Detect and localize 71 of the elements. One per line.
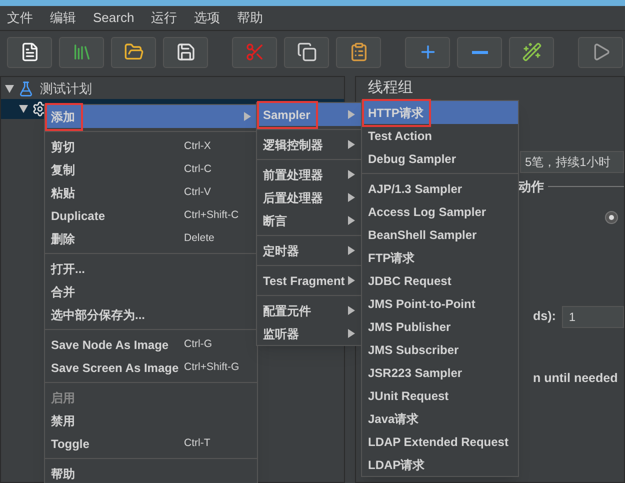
menu-item[interactable]: Save Node As Image Ctrl-G — [45, 333, 257, 356]
menu-item[interactable]: 前置处理器 — [257, 163, 361, 186]
delay-option-label: n until needed — [533, 370, 618, 384]
menu-item[interactable]: BeanShell Sampler — [362, 223, 518, 246]
menu-item[interactable]: Test Fragment — [257, 269, 361, 292]
menu-item[interactable]: LDAP请求 — [362, 453, 518, 476]
menu-item[interactable]: Debug Sampler — [362, 147, 518, 170]
panel-title: 线程组 — [368, 79, 414, 97]
menu-item[interactable]: Test Action — [362, 124, 518, 147]
clipboard-icon — [348, 42, 368, 62]
section-label: 动作 — [518, 178, 544, 196]
menu-item[interactable]: 定时器 — [257, 239, 361, 262]
toolbar-button[interactable] — [509, 36, 554, 68]
menu-item[interactable]: JMS Subscriber — [362, 338, 518, 361]
menu-item[interactable]: 断言 — [257, 209, 361, 232]
scissors-icon — [244, 42, 264, 62]
menu-item[interactable]: 帮助 — [45, 462, 257, 483]
menu-item[interactable]: 剪切 Ctrl-X — [45, 135, 257, 158]
menu-item[interactable]: JMS Point-to-Point — [362, 292, 518, 315]
menu-item[interactable]: JSR223 Sampler — [362, 361, 518, 384]
books-icon — [72, 42, 92, 62]
menu-bar-item[interactable]: 运行 — [151, 8, 178, 28]
annotation-frame — [257, 100, 318, 128]
annotation-frame — [45, 102, 83, 130]
threads-field[interactable]: 1 — [562, 306, 624, 328]
menu-item[interactable]: Duplicate Ctrl+Shift-C — [45, 204, 257, 227]
toolbar-button[interactable] — [163, 36, 208, 68]
annotation-frame — [362, 98, 432, 126]
expand-triangle-icon[interactable] — [5, 85, 14, 93]
flask-icon — [18, 81, 34, 97]
menu-item[interactable]: Save Screen As Image Ctrl+Shift-G — [45, 356, 257, 379]
copy-icon — [296, 42, 316, 62]
menu-item[interactable]: 配置元件 — [257, 299, 361, 322]
comment-field[interactable]: 5笔，持续1小时 — [520, 151, 624, 173]
menu-bar-item[interactable]: 帮助 — [237, 8, 264, 28]
menu-item[interactable]: 合并 — [45, 280, 257, 303]
menu-item[interactable]: Access Log Sampler — [362, 200, 518, 223]
menu-item[interactable]: JMS Publisher — [362, 315, 518, 338]
menu-item[interactable]: 逻辑控制器 — [257, 133, 361, 156]
menu-bar-item[interactable]: 文件 — [7, 8, 33, 28]
menu-item[interactable]: Java请求 — [362, 407, 518, 430]
toolbar-button[interactable] — [111, 36, 156, 68]
radio-button[interactable] — [605, 210, 618, 224]
menu-item[interactable]: FTP请求 — [362, 246, 518, 269]
menu-bar-item[interactable]: Search — [93, 8, 134, 28]
menu-item[interactable]: 删除 Delete — [45, 227, 257, 250]
toolbar-button[interactable] — [284, 36, 329, 68]
menu-item[interactable]: Toggle Ctrl-T — [45, 432, 257, 455]
menu-item[interactable]: AJP/1.3 Sampler — [362, 177, 518, 200]
document-icon — [20, 42, 40, 62]
menu-item[interactable]: 选中部分保存为... — [45, 303, 257, 326]
toolbar-button[interactable] — [336, 36, 381, 68]
tree-item[interactable]: 测试计划 — [38, 79, 94, 99]
menu-item[interactable]: 监听器 — [257, 322, 361, 345]
wand-icon — [522, 42, 542, 62]
expand-triangle-icon[interactable] — [19, 105, 28, 113]
menu-item[interactable]: 后置处理器 — [257, 186, 361, 209]
menu-item[interactable]: 打开... — [45, 257, 257, 280]
menu-bar-item[interactable]: 选项 — [194, 8, 220, 28]
menu-item[interactable]: LDAP Extended Request — [362, 430, 518, 453]
threads-label: ds): — [533, 308, 556, 326]
toolbar-button[interactable] — [7, 36, 52, 68]
menu-item[interactable]: JUnit Request — [362, 384, 518, 407]
menu-bar-item[interactable]: 编辑 — [50, 8, 76, 28]
minus-icon — [472, 50, 488, 54]
menu-item[interactable]: 粘贴 Ctrl-V — [45, 181, 257, 204]
folder-icon — [124, 42, 144, 62]
menu-item[interactable]: 禁用 — [45, 409, 257, 432]
toolbar-button[interactable] — [457, 36, 502, 68]
menu-item[interactable]: JDBC Request — [362, 269, 518, 292]
menu-item[interactable]: 复制 Ctrl-C — [45, 158, 257, 181]
